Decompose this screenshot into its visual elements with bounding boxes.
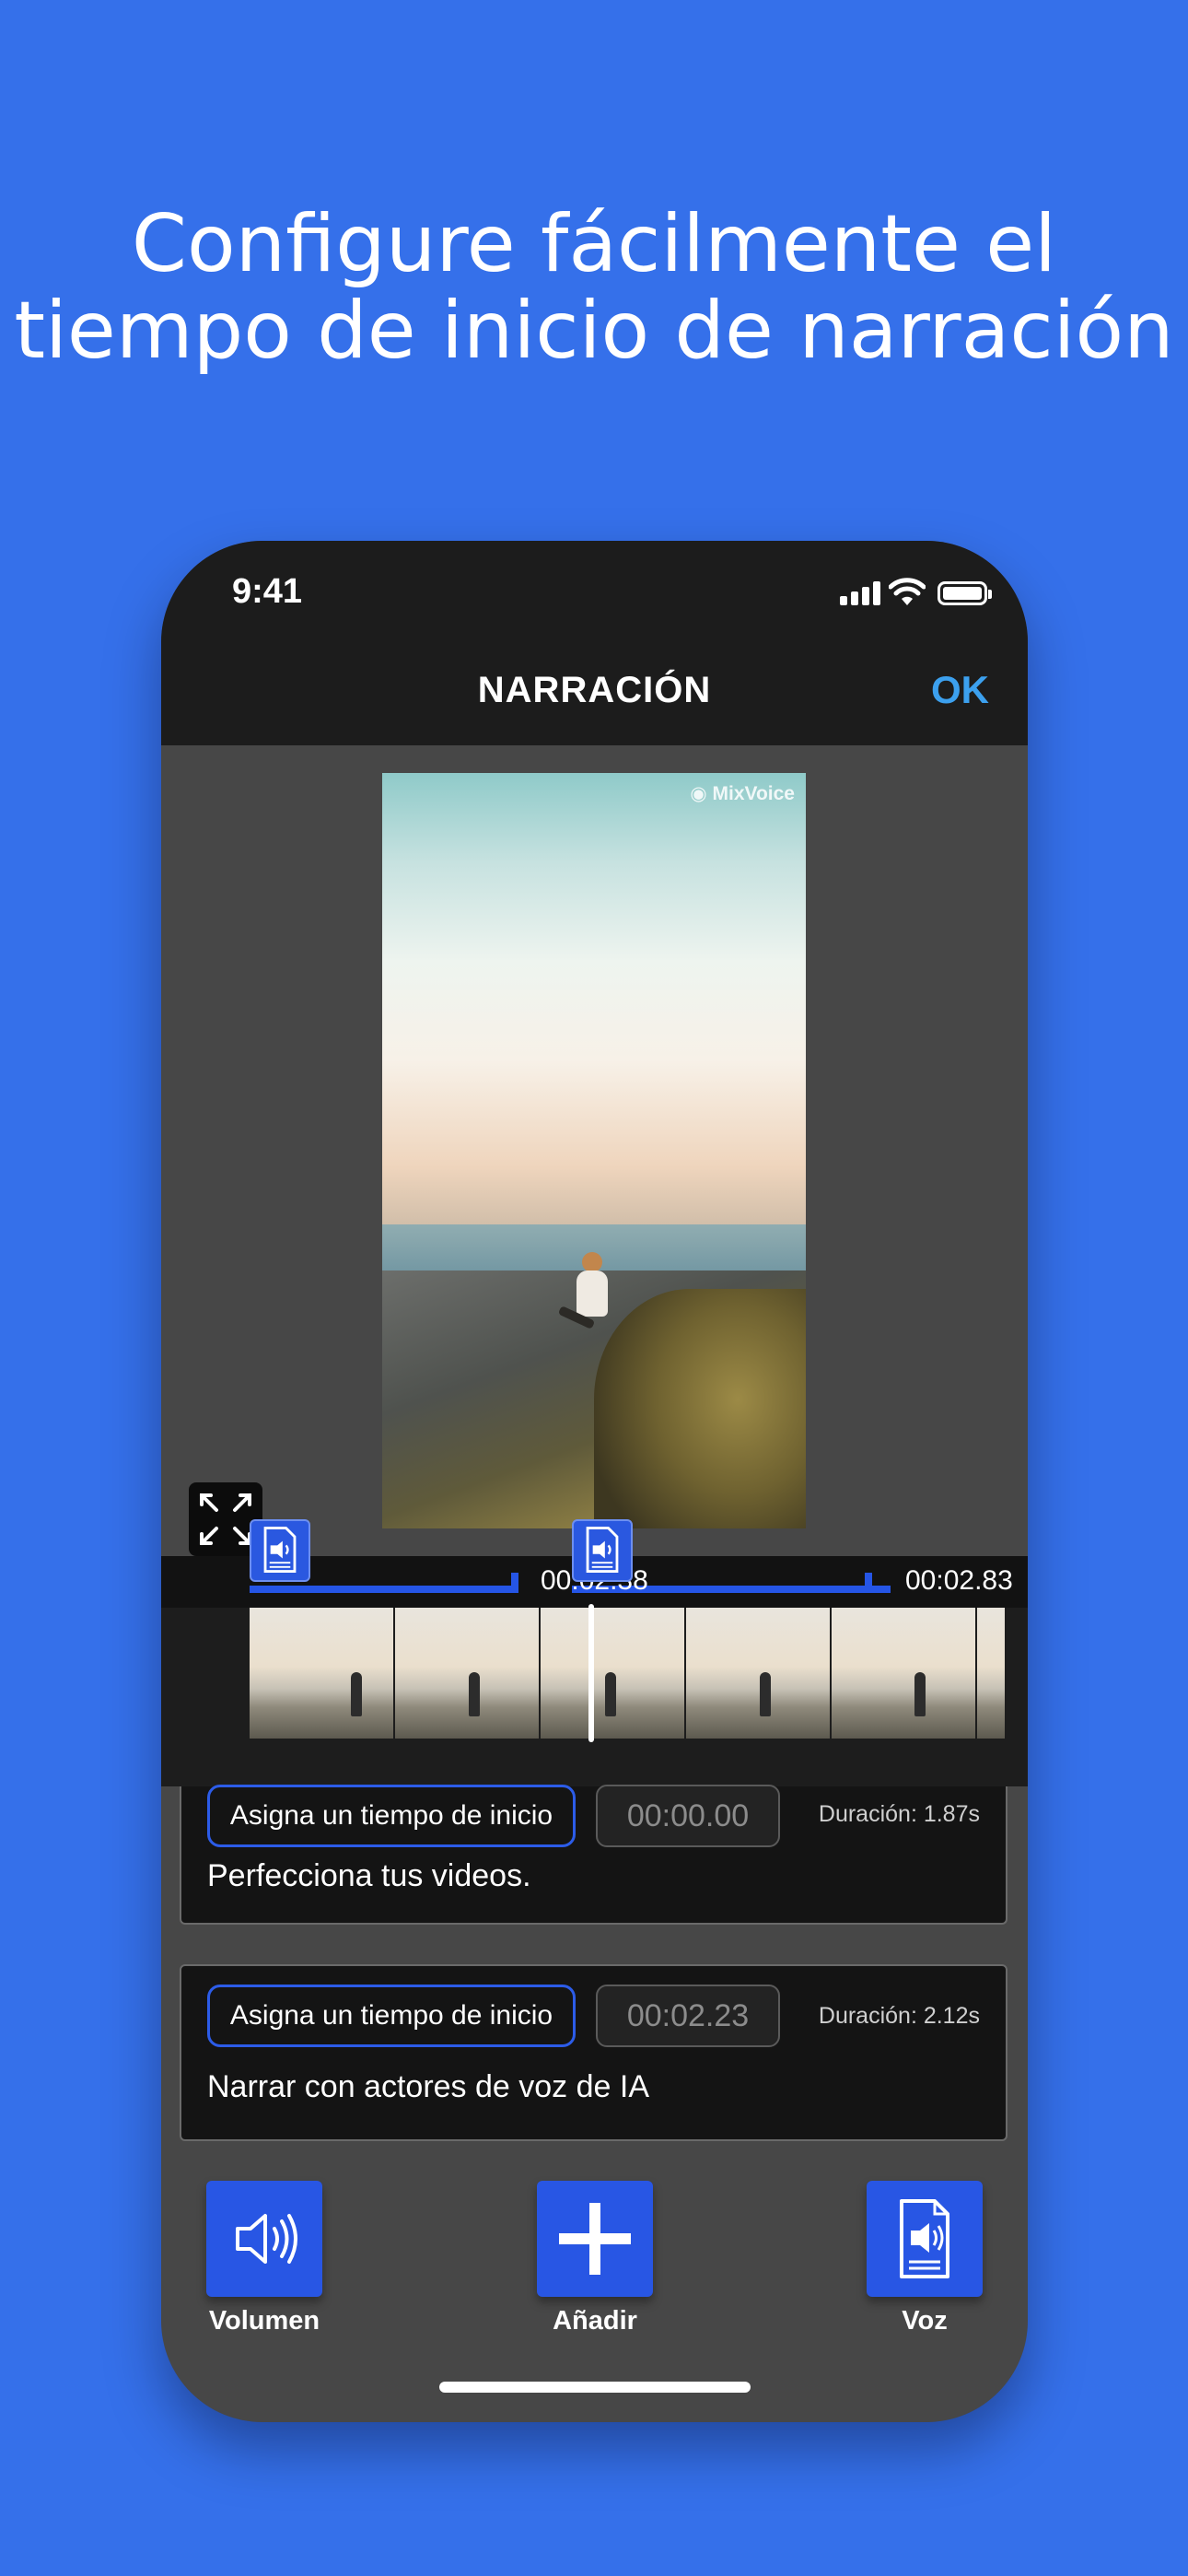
headline: Configure fácilmente el tiempo de inicio… bbox=[0, 201, 1188, 374]
duration-label-1: Duración: 1.87s bbox=[818, 1801, 980, 1827]
status-time: 9:41 bbox=[232, 572, 303, 611]
phone-frame: 9:41 NARRACIÓN OK ◉ MixVoice 00:02.83 As… bbox=[161, 541, 1028, 2422]
set-start-time-button-2[interactable]: Asigna un tiempo de inicio bbox=[207, 1985, 576, 2047]
voice-button[interactable] bbox=[867, 2181, 983, 2297]
video-thumbnail bbox=[250, 1608, 393, 1739]
video-preview[interactable]: ◉ MixVoice bbox=[382, 773, 806, 1528]
battery-icon bbox=[938, 581, 992, 605]
video-thumbnail bbox=[395, 1608, 539, 1739]
watermark-logo-icon: ◉ bbox=[690, 783, 713, 804]
cellular-signal-icon bbox=[840, 581, 880, 605]
set-start-time-button-1[interactable]: Asigna un tiempo de inicio bbox=[207, 1785, 576, 1847]
speaker-icon bbox=[236, 2214, 297, 2264]
narration-track-1[interactable] bbox=[250, 1586, 517, 1593]
status-bar: 9:41 bbox=[161, 541, 1028, 633]
end-time-label: 00:02.83 bbox=[905, 1565, 1013, 1596]
headline-line-2: tiempo de inicio de narración bbox=[14, 285, 1174, 377]
voice-document-icon bbox=[586, 1527, 619, 1573]
volume-label: Volumen bbox=[208, 2306, 320, 2336]
plus-icon bbox=[559, 2203, 631, 2275]
video-preview-area: ◉ MixVoice bbox=[161, 745, 1028, 1556]
video-thumbnail bbox=[832, 1608, 975, 1739]
video-scene-person bbox=[557, 1252, 613, 1344]
narration-marker-1[interactable] bbox=[250, 1519, 310, 1582]
video-thumbnail bbox=[686, 1608, 830, 1739]
start-time-field-1[interactable]: 00:00.00 bbox=[596, 1785, 780, 1847]
playhead[interactable] bbox=[588, 1604, 594, 1742]
voice-document-icon bbox=[263, 1527, 297, 1573]
watermark: ◉ MixVoice bbox=[690, 782, 795, 805]
narration-text-2: Narrar con actores de voz de IA bbox=[207, 2069, 650, 2104]
wifi-icon bbox=[889, 578, 926, 605]
narration-text-1: Perfecciona tus videos. bbox=[207, 1858, 531, 1893]
watermark-text: MixVoice bbox=[712, 783, 795, 804]
video-scene-cliff bbox=[594, 1289, 806, 1528]
duration-label-2: Duración: 2.12s bbox=[818, 2003, 980, 2029]
narration-track-1-end-handle[interactable] bbox=[511, 1573, 518, 1593]
headline-line-1: Configure fácilmente el bbox=[131, 198, 1057, 290]
home-indicator[interactable] bbox=[439, 2382, 751, 2393]
narration-timeline[interactable]: 00:02.38 00:02.83 bbox=[161, 1519, 1028, 1786]
add-label: Añadir bbox=[553, 2306, 637, 2336]
video-thumbnail-strip[interactable] bbox=[250, 1608, 1005, 1739]
voice-document-icon bbox=[900, 2199, 949, 2278]
video-thumbnail bbox=[541, 1608, 684, 1739]
page-title: NARRACIÓN bbox=[477, 670, 712, 710]
narration-item-2[interactable]: Asigna un tiempo de inicio 00:02.23 Dura… bbox=[180, 1964, 1007, 2141]
add-narration-button[interactable] bbox=[537, 2181, 653, 2297]
ok-button[interactable]: OK bbox=[931, 668, 989, 712]
nav-bar: NARRACIÓN OK bbox=[161, 633, 1028, 745]
voice-label: Voz bbox=[902, 2306, 948, 2336]
narration-track-2-end-handle[interactable] bbox=[865, 1573, 872, 1593]
volume-button[interactable] bbox=[206, 2181, 322, 2297]
narration-marker-2[interactable] bbox=[572, 1519, 633, 1582]
start-time-field-2[interactable]: 00:02.23 bbox=[596, 1985, 780, 2047]
narration-item-1[interactable]: Asigna un tiempo de inicio 00:00.00 Dura… bbox=[180, 1785, 1007, 1925]
video-thumbnail bbox=[977, 1608, 1005, 1739]
